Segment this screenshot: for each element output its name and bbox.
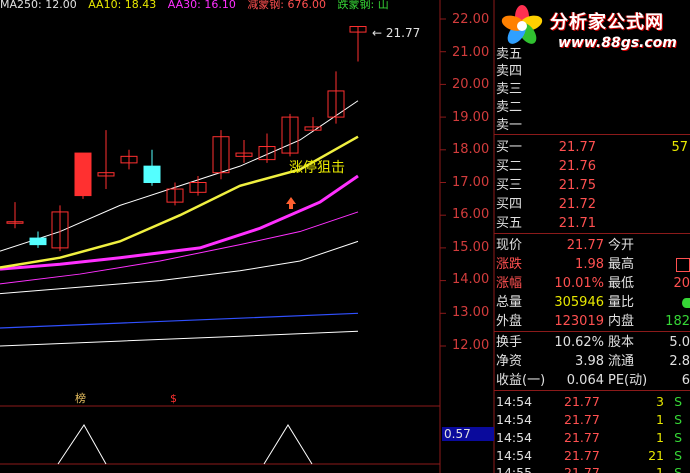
- sell1-row[interactable]: 卖一: [494, 116, 690, 136]
- y-tick-18: 18.00: [452, 142, 490, 157]
- divider-bidask: [494, 134, 690, 135]
- sell2-row[interactable]: 卖二: [494, 98, 690, 118]
- stat-row-change: 涨跌 1.98 最高: [494, 255, 690, 275]
- stat-row-volume: 总量 305946 量比: [494, 293, 690, 313]
- candle-body: [29, 237, 47, 246]
- y-tick-14: 14.00: [452, 272, 490, 287]
- candle-body: [74, 152, 92, 197]
- y-tick-16: 16.00: [452, 207, 490, 222]
- stat-row-outer: 外盘 123019 内盘 182: [496, 314, 690, 329]
- logo-url: www.88gs.com: [558, 35, 677, 51]
- indicator-header: MA250: 12.00 AA10: 18.43 AA30: 16.10 减蒙钢…: [0, 0, 440, 10]
- header-jmg: 减蒙钢: 676.00: [247, 0, 327, 10]
- candlestick[interactable]: [143, 149, 161, 186]
- flower-logo-icon: [501, 5, 543, 44]
- y-tick-21: 21.00: [452, 45, 490, 60]
- candlestick[interactable]: [120, 149, 138, 170]
- buy1-row[interactable]: 买一 21.77 57: [494, 138, 690, 158]
- tick-row[interactable]: 14:55 21.77 1 S: [494, 464, 690, 473]
- candle-body: [143, 165, 161, 183]
- candlestick[interactable]: [258, 133, 276, 163]
- last-price-label: ← 21.77: [372, 26, 421, 40]
- candlestick[interactable]: [304, 117, 322, 131]
- indicator-line-white: [57, 424, 313, 465]
- stat-row-eps: 收益(一) 0.064 PE(动) 6: [496, 373, 690, 388]
- ma250-line: [0, 330, 359, 347]
- candlestick[interactable]: [349, 26, 367, 62]
- sell3-row[interactable]: 卖三: [494, 80, 690, 100]
- ma-line-blue: [0, 312, 359, 329]
- y-tick-13: 13.00: [452, 305, 490, 320]
- vol-ratio-mark: [682, 298, 690, 308]
- candlestick[interactable]: [97, 130, 115, 190]
- header-ma250: MA250: 12.00: [0, 0, 77, 10]
- signal-label: 涨停狙击: [289, 160, 345, 176]
- header-aa30: AA30: 16.10: [167, 0, 236, 10]
- marker-bang: 榜: [75, 392, 86, 405]
- candlestick[interactable]: [6, 202, 24, 229]
- candlestick[interactable]: [51, 205, 69, 252]
- candlesticks[interactable]: [6, 26, 367, 252]
- tick-row[interactable]: 14:54 21.77 1 S: [494, 411, 690, 428]
- header-dmg: 跌蒙钢: 山: [337, 0, 389, 10]
- moving-average-lines: [0, 100, 359, 347]
- tick-row[interactable]: 14:54 21.77 1 S: [494, 429, 690, 446]
- candlestick[interactable]: [281, 113, 299, 157]
- divider-stats2: [494, 331, 690, 332]
- candlestick[interactable]: [29, 231, 47, 248]
- stock-terminal: MA250: 12.00 AA10: 18.43 AA30: 16.10 减蒙钢…: [0, 0, 690, 473]
- stat-row-turnover: 换手 10.62% 股本 5.0: [496, 335, 690, 350]
- buy-arrow-icon: [286, 197, 296, 209]
- header-aa10: AA10: 18.43: [88, 0, 157, 10]
- aa30-line: [0, 174, 359, 271]
- high-box: [676, 258, 690, 272]
- buy5-row[interactable]: 买五 21.71: [494, 214, 690, 234]
- logo-title: 分析家公式网: [550, 12, 664, 33]
- buy2-row[interactable]: 买二 21.76: [494, 157, 690, 177]
- divider-ticks: [494, 390, 690, 391]
- stat-row-netasset: 净资 3.98 流通 2.8: [496, 354, 690, 369]
- indicator-value: 0.57: [442, 427, 494, 441]
- y-tick-12: 12.00: [452, 338, 490, 353]
- candlestick[interactable]: [235, 139, 253, 163]
- candlestick[interactable]: [74, 152, 92, 199]
- buy4-row[interactable]: 买四 21.72: [494, 195, 690, 215]
- candlestick[interactable]: [212, 130, 230, 180]
- tick-row[interactable]: 14:54 21.77 21 S: [494, 447, 690, 464]
- y-tick-17: 17.00: [452, 175, 490, 190]
- site-logo: 分析家公式网 www.88gs.com: [498, 2, 690, 52]
- y-tick-19: 19.00: [452, 110, 490, 125]
- stat-row-pct: 涨幅 10.01% 最低 20: [496, 276, 690, 291]
- sell4-row[interactable]: 卖四: [494, 62, 690, 82]
- tick-row[interactable]: 14:54 21.77 3 S: [494, 393, 690, 410]
- y-tick-20: 20.00: [452, 77, 490, 92]
- divider-stats: [494, 233, 690, 234]
- y-tick-22: 22.00: [452, 12, 490, 27]
- candlestick[interactable]: [327, 71, 345, 124]
- candlestick[interactable]: [189, 175, 207, 196]
- buy3-row[interactable]: 买三 21.75: [494, 176, 690, 196]
- y-tick-15: 15.00: [452, 240, 490, 255]
- marker-dollar: $: [170, 392, 177, 405]
- stat-row-price: 现价 21.77 今开: [496, 238, 635, 253]
- indicator-lines: [57, 424, 313, 465]
